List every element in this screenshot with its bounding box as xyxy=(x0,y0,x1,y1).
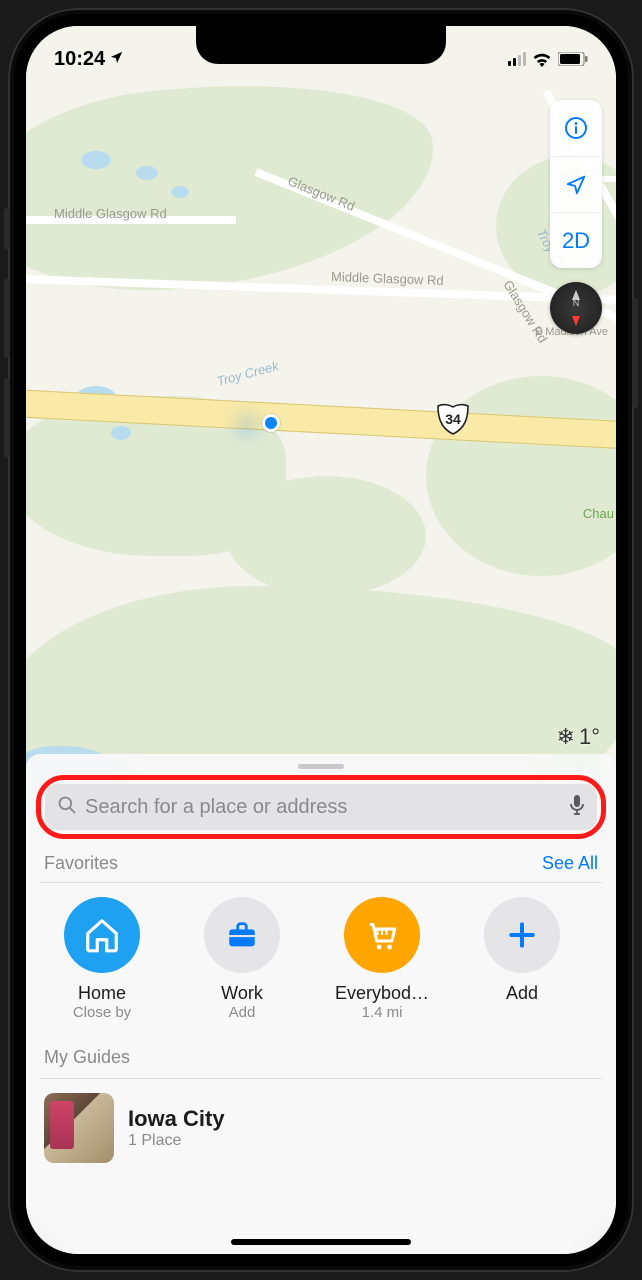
guide-subtitle: 1 Place xyxy=(128,1132,225,1150)
battery-icon xyxy=(558,52,588,66)
briefcase-icon xyxy=(204,897,280,973)
favorite-add[interactable]: Add xyxy=(466,897,578,1021)
notch xyxy=(196,26,446,64)
map-controls: 2D xyxy=(550,100,602,268)
snowflake-icon: ❄︎ xyxy=(557,724,575,750)
guide-title: Iowa City xyxy=(128,1106,225,1132)
search-icon xyxy=(57,795,77,820)
weather-temp: 1° xyxy=(579,724,600,750)
road-label: Middle Glasgow Rd xyxy=(331,269,444,288)
status-time: 10:24 xyxy=(54,48,105,71)
wifi-icon xyxy=(532,52,552,67)
route-shield-icon: 34 xyxy=(436,402,470,436)
map-info-button[interactable] xyxy=(550,100,602,156)
volume-down-button xyxy=(4,378,10,458)
favorites-section-label: Favorites xyxy=(44,853,118,874)
favorite-subtitle: Close by xyxy=(73,1004,131,1021)
search-bar[interactable] xyxy=(45,784,597,830)
dictation-icon[interactable] xyxy=(569,794,585,821)
screen: 10:24 xyxy=(26,26,616,1254)
location-services-icon xyxy=(109,48,124,71)
search-input[interactable] xyxy=(85,796,561,819)
favorite-subtitle: 1.4 mi xyxy=(362,1004,403,1021)
user-location-dot xyxy=(262,414,280,432)
park-label: Chau xyxy=(583,506,614,521)
creek-label: Troy Creek xyxy=(215,358,280,389)
favorite-title: Everybod… xyxy=(335,983,429,1004)
device-frame: 10:24 xyxy=(8,8,634,1272)
favorites-see-all-link[interactable]: See All xyxy=(542,853,598,874)
compass-button[interactable]: N xyxy=(550,282,602,334)
locate-me-button[interactable] xyxy=(550,156,602,212)
favorite-place[interactable]: Everybod… 1.4 mi xyxy=(326,897,438,1021)
guides-section-label: My Guides xyxy=(40,1021,602,1078)
map-canvas[interactable]: Glasgow Rd Middle Glasgow Rd Middle Glas… xyxy=(26,26,616,816)
home-indicator[interactable] xyxy=(231,1239,411,1245)
guide-thumbnail xyxy=(44,1093,114,1163)
guide-item[interactable]: Iowa City 1 Place xyxy=(40,1093,602,1163)
silence-switch xyxy=(4,208,10,250)
map-mode-button[interactable]: 2D xyxy=(550,212,602,268)
volume-up-button xyxy=(4,278,10,358)
cellular-signal-icon xyxy=(508,52,526,66)
divider xyxy=(40,882,602,883)
side-button xyxy=(632,298,638,408)
favorites-row: Home Close by Work Add Everybod… 1.4 mi xyxy=(40,897,602,1021)
divider xyxy=(40,1078,602,1079)
road-label: Middle Glasgow Rd xyxy=(54,206,167,221)
favorite-home[interactable]: Home Close by xyxy=(46,897,158,1021)
drag-handle[interactable] xyxy=(298,764,344,769)
home-icon xyxy=(64,897,140,973)
favorite-title: Work xyxy=(221,983,263,1004)
search-highlight-annotation xyxy=(36,775,606,839)
cart-icon xyxy=(344,897,420,973)
favorite-subtitle: Add xyxy=(229,1004,256,1021)
bottom-sheet[interactable]: Favorites See All Home Close by Work xyxy=(26,754,616,1254)
favorite-work[interactable]: Work Add xyxy=(186,897,298,1021)
plus-icon xyxy=(484,897,560,973)
favorite-title: Home xyxy=(78,983,126,1004)
compass-north-label: N xyxy=(573,298,580,308)
favorite-title: Add xyxy=(506,983,538,1004)
